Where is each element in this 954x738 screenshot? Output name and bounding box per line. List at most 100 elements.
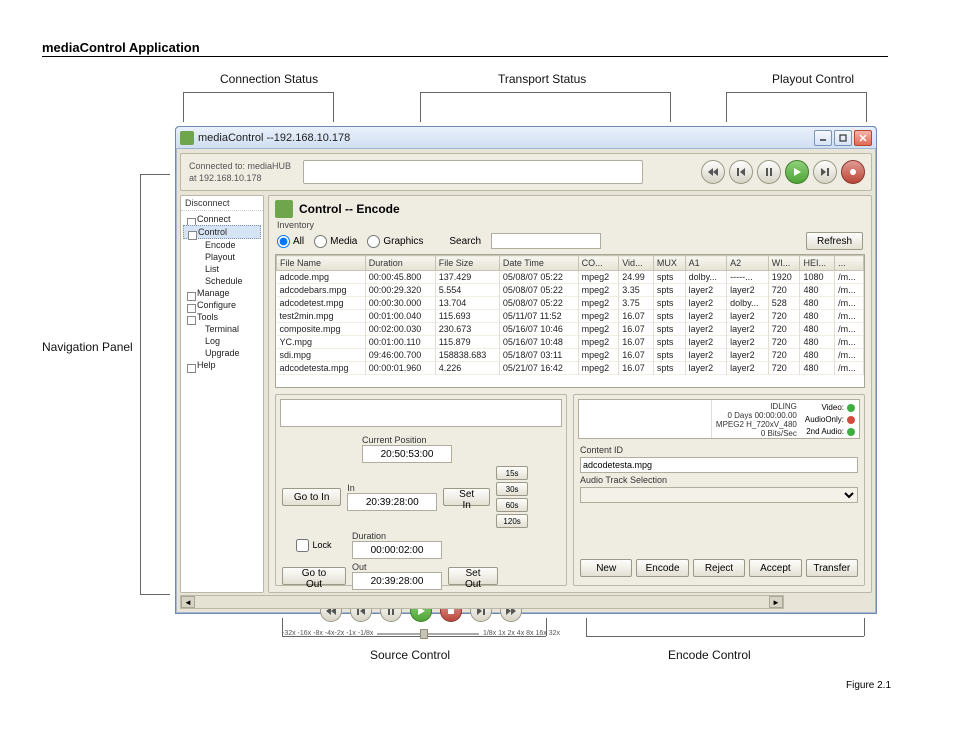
table-cell: 720 xyxy=(768,310,800,323)
speed-thumb[interactable] xyxy=(420,629,428,639)
go-to-out-button[interactable]: Go to Out xyxy=(282,567,346,585)
filter-all-radio[interactable] xyxy=(277,235,290,248)
in-label: In xyxy=(347,483,437,493)
scroll-left-button[interactable]: ◄ xyxy=(181,596,195,608)
content-id-field[interactable] xyxy=(580,457,858,473)
column-header[interactable]: CO... xyxy=(578,256,619,271)
table-row[interactable]: adcodetesta.mpg00:00:01.9604.22605/21/07… xyxy=(277,362,864,375)
new-button[interactable]: New xyxy=(580,559,632,577)
transfer-button[interactable]: Transfer xyxy=(806,559,858,577)
minimize-button[interactable] xyxy=(814,130,832,146)
table-cell: mpeg2 xyxy=(578,310,619,323)
quick-15s-button[interactable]: 15s xyxy=(496,466,528,480)
scroll-right-button[interactable]: ► xyxy=(769,596,783,608)
callout-bracket xyxy=(140,174,170,175)
disconnect-link[interactable]: Disconnect xyxy=(181,196,263,211)
maximize-button[interactable] xyxy=(834,130,852,146)
inventory-grid[interactable]: File NameDurationFile SizeDate TimeCO...… xyxy=(275,254,865,388)
table-row[interactable]: YC.mpg00:01:00.110115.87905/16/07 10:48m… xyxy=(277,336,864,349)
column-header[interactable]: File Name xyxy=(277,256,366,271)
in-field[interactable]: 20:39:28:00 xyxy=(347,493,437,511)
set-out-button[interactable]: Set Out xyxy=(448,567,498,585)
titlebar[interactable]: mediaControl --192.168.10.178 xyxy=(176,127,876,149)
audio-track-label: Audio Track Selection xyxy=(580,475,858,485)
step-forward-button[interactable] xyxy=(813,160,837,184)
nav-item-playout[interactable]: Playout xyxy=(183,251,261,263)
filter-media[interactable]: Media xyxy=(314,235,357,248)
table-row[interactable]: adcodetest.mpg00:00:30.00013.70405/08/07… xyxy=(277,297,864,310)
table-cell: 480 xyxy=(800,336,835,349)
filter-all[interactable]: All xyxy=(277,235,304,248)
column-header[interactable]: WI... xyxy=(768,256,800,271)
transport-status-box xyxy=(303,160,643,184)
quick-30s-button[interactable]: 30s xyxy=(496,482,528,496)
table-row[interactable]: composite.mpg00:02:00.030230.67305/16/07… xyxy=(277,323,864,336)
encode-button[interactable]: Encode xyxy=(636,559,688,577)
search-label: Search xyxy=(449,236,481,247)
column-header[interactable]: Vid... xyxy=(619,256,654,271)
table-row[interactable]: test2min.mpg00:01:00.040115.69305/11/07 … xyxy=(277,310,864,323)
play-button[interactable] xyxy=(785,160,809,184)
nav-item-schedule[interactable]: Schedule xyxy=(183,275,261,287)
nav-item-upgrade[interactable]: Upgrade xyxy=(183,347,261,359)
filter-graphics-radio[interactable] xyxy=(367,235,380,248)
column-header[interactable]: MUX xyxy=(653,256,685,271)
encode-status-block: IDLING 0 Days 00:00:00.00 MPEG2 H_720xV_… xyxy=(711,400,801,438)
column-header[interactable]: A1 xyxy=(685,256,727,271)
search-input[interactable] xyxy=(491,233,601,249)
rewind-button[interactable] xyxy=(701,160,725,184)
out-field[interactable]: 20:39:28:00 xyxy=(352,572,442,590)
navigation-panel: Disconnect ConnectControlEncodePlayoutLi… xyxy=(180,195,264,593)
column-header[interactable]: File Size xyxy=(435,256,499,271)
table-cell: 137.429 xyxy=(435,271,499,284)
close-button[interactable] xyxy=(854,130,872,146)
content-id-label: Content ID xyxy=(580,445,858,455)
second-audio-led-icon xyxy=(847,428,855,436)
column-header[interactable]: A2 xyxy=(727,256,769,271)
filter-graphics[interactable]: Graphics xyxy=(367,235,423,248)
accept-button[interactable]: Accept xyxy=(749,559,801,577)
nav-item-log[interactable]: Log xyxy=(183,335,261,347)
callout-bracket xyxy=(333,92,334,122)
table-cell: 5.554 xyxy=(435,284,499,297)
quick-120s-button[interactable]: 120s xyxy=(496,514,528,528)
nav-item-tools[interactable]: Tools xyxy=(183,311,261,323)
nav-item-connect[interactable]: Connect xyxy=(183,213,261,225)
pause-button[interactable] xyxy=(757,160,781,184)
horizontal-scrollbar[interactable]: ◄ ► xyxy=(180,595,784,609)
lock-checkbox[interactable]: Lock xyxy=(282,539,346,552)
set-in-button[interactable]: Set In xyxy=(443,488,490,506)
audio-track-select[interactable] xyxy=(580,487,858,503)
column-header[interactable]: HEI... xyxy=(800,256,835,271)
record-button[interactable] xyxy=(841,160,865,184)
nav-item-terminal[interactable]: Terminal xyxy=(183,323,261,335)
column-header[interactable]: Date Time xyxy=(499,256,578,271)
table-row[interactable]: sdi.mpg09:46:00.700158838.68305/18/07 03… xyxy=(277,349,864,362)
speed-slider[interactable]: -32x -16x -8x -4x-2x -1x -1/8x 1/8x 1x 2… xyxy=(282,630,560,637)
callout-source-control: Source Control xyxy=(370,648,450,662)
lock-input[interactable] xyxy=(296,539,309,552)
go-to-in-button[interactable]: Go to In xyxy=(282,488,341,506)
nav-item-help[interactable]: Help xyxy=(183,359,261,371)
table-cell: 05/08/07 05:22 xyxy=(499,297,578,310)
refresh-button[interactable]: Refresh xyxy=(806,232,863,250)
table-cell: 480 xyxy=(800,310,835,323)
step-back-button[interactable] xyxy=(729,160,753,184)
column-header[interactable]: ... xyxy=(835,256,864,271)
table-cell: 00:02:00.030 xyxy=(365,323,435,336)
reject-button[interactable]: Reject xyxy=(693,559,745,577)
column-header[interactable]: Duration xyxy=(365,256,435,271)
table-cell: spts xyxy=(653,323,685,336)
duration-field[interactable]: 00:00:02:00 xyxy=(352,541,442,559)
nav-item-manage[interactable]: Manage xyxy=(183,287,261,299)
nav-item-encode[interactable]: Encode xyxy=(183,239,261,251)
nav-item-control[interactable]: Control xyxy=(183,225,261,239)
table-row[interactable]: adcode.mpg00:00:45.800137.42905/08/07 05… xyxy=(277,271,864,284)
quick-60s-button[interactable]: 60s xyxy=(496,498,528,512)
table-cell: 00:00:30.000 xyxy=(365,297,435,310)
nav-item-list[interactable]: List xyxy=(183,263,261,275)
current-position-field[interactable]: 20:50:53:00 xyxy=(362,445,452,463)
table-row[interactable]: adcodebars.mpg00:00:29.3205.55405/08/07 … xyxy=(277,284,864,297)
filter-media-radio[interactable] xyxy=(314,235,327,248)
nav-item-configure[interactable]: Configure xyxy=(183,299,261,311)
